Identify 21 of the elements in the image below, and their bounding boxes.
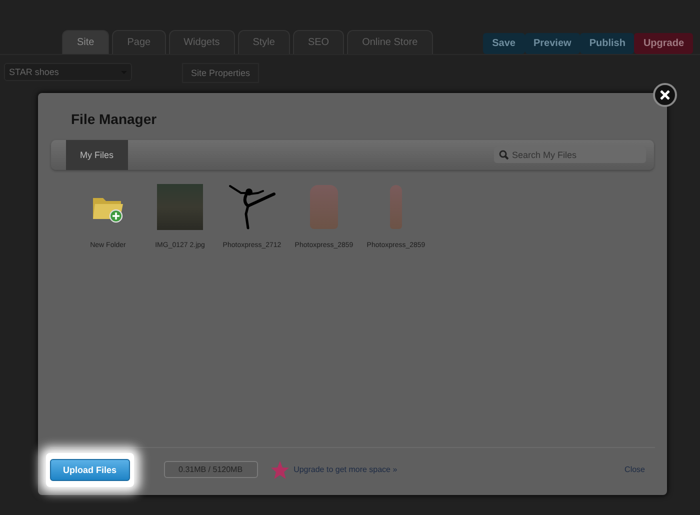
toolbar-button[interactable]: Upgrade [634,33,693,54]
dialog-title: File Manager [71,111,158,127]
dancer-silhouette-drawing[interactable] [228,184,276,230]
upgrade-link[interactable]: Upgrade to get more space » [294,465,398,474]
nav-tab[interactable]: Widgets [168,30,235,54]
dialog-tab[interactable]: My Files [66,140,128,170]
panel-tab[interactable]: Site Properties [182,63,260,83]
storage-meter: 0.31MB / 5120MB [164,461,258,478]
search-field[interactable]: Search My Files [494,147,646,163]
toolbar-button[interactable]: Save [483,33,524,54]
nav-tab[interactable]: Style [238,30,290,54]
toolbar-button[interactable]: Publish [580,33,634,54]
toolbar-button[interactable]: Preview [524,33,580,54]
site-dropdown[interactable]: STAR shoes [4,63,132,81]
nav-tab[interactable]: SEO [292,30,344,54]
nav-tab[interactable]: Site [62,30,110,54]
star-icon [270,460,290,480]
close-link[interactable]: Close [624,465,645,474]
upload-files-button[interactable]: Upload Files [50,458,130,480]
nav-tab[interactable]: Online Store [347,30,433,54]
nav-tab[interactable]: Page [112,30,166,54]
